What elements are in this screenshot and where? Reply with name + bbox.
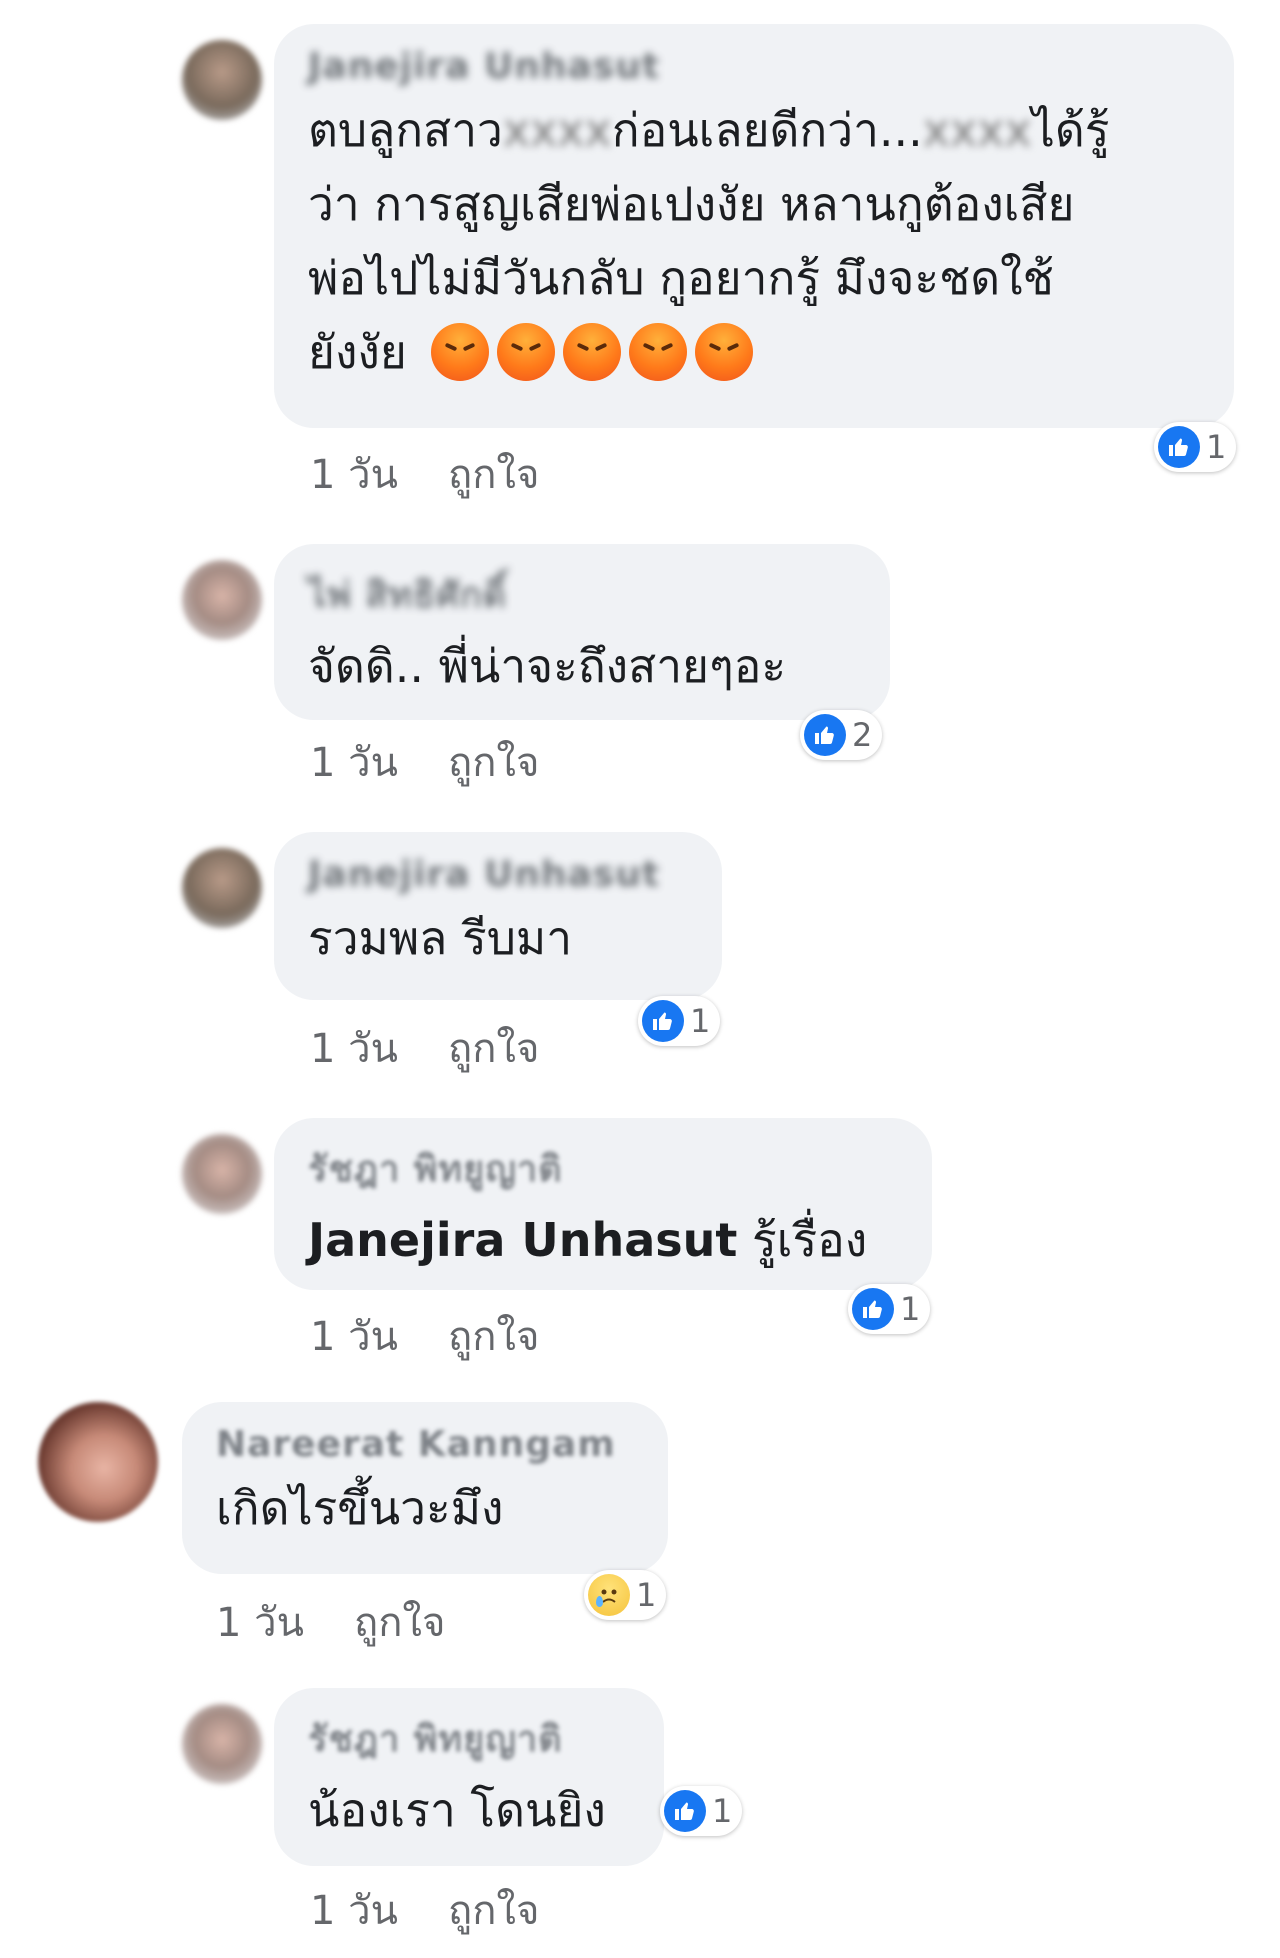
avatar[interactable] <box>182 848 262 928</box>
comment-text-part: ยังงัย <box>308 325 407 379</box>
like-link[interactable]: ถูกใจ <box>448 1026 539 1072</box>
like-link[interactable]: ถูกใจ <box>448 452 539 498</box>
angry-emoji <box>563 322 622 381</box>
avatar[interactable] <box>182 40 262 120</box>
comment-bubble: Janejira Unhasut ตบลูกสาวxxxxก่อนเลยดีกว… <box>274 24 1234 428</box>
like-icon <box>852 1288 894 1330</box>
comment-text-part: รู้เรื่อง <box>737 1213 868 1267</box>
comment-actions: 1 วัน ถูกใจ <box>310 730 589 794</box>
commenter-name[interactable]: Nareerat Kanngam <box>216 1424 616 1465</box>
comment-bubble: ไพ่ สิทธิศักดิ์ จัดดิ.. พี่น่าจะถึงสายๆอ… <box>274 544 890 720</box>
mention-link[interactable]: Janejira Unhasut <box>308 1213 737 1267</box>
like-icon <box>664 1790 706 1832</box>
comment-text-part: ว่า การสูญเสียพ่อเปงงัย หลานกูต้องเสีย <box>308 177 1075 231</box>
like-link[interactable]: ถูกใจ <box>448 1314 539 1360</box>
reaction-count: 2 <box>852 716 873 754</box>
avatar[interactable] <box>182 560 262 640</box>
comment-bubble: Janejira Unhasut รวมพล รีบมา <box>274 832 722 1000</box>
reaction-badge[interactable]: 1 <box>660 1786 743 1836</box>
comment-text-part: ก่อนเลยดีกว่า... <box>611 103 923 157</box>
avatar[interactable] <box>182 1134 262 1214</box>
comment-actions: 1 วัน ถูกใจ <box>216 1590 495 1654</box>
commenter-name[interactable]: Janejira Unhasut <box>308 854 660 895</box>
commenter-name[interactable]: ไพ่ สิทธิศักดิ์ <box>308 566 507 623</box>
comment-bubble: รัชฎา พิทยูญาติ Janejira Unhasut รู้เรื่… <box>274 1118 932 1290</box>
like-link[interactable]: ถูกใจ <box>448 1888 539 1934</box>
reaction-count: 1 <box>636 1576 657 1614</box>
commenter-name[interactable]: รัชฎา พิทยูญาติ <box>308 1140 563 1197</box>
comment-actions: 1 วัน ถูกใจ <box>310 1878 589 1942</box>
comment-text: ตบลูกสาวxxxxก่อนเลยดีกว่า...xxxxได้รู้ ว… <box>308 93 1200 389</box>
timestamp[interactable]: 1 วัน <box>310 1026 398 1072</box>
redacted-text: xxxx <box>922 103 1032 157</box>
comment-text: จัดดิ.. พี่น่าจะถึงสายๆอะ <box>308 639 787 693</box>
reaction-count: 1 <box>900 1290 921 1328</box>
comment-text-part: พ่อไปไม่มีวันกลับ กูอยากรู้ มึงจะชดใช้ <box>308 251 1054 305</box>
comment-text: เกิดไรขึ้นวะมึง <box>216 1481 504 1535</box>
timestamp[interactable]: 1 วัน <box>310 1314 398 1360</box>
comment-text: น้องเรา โดนยิง <box>308 1783 606 1837</box>
redacted-text: xxxx <box>502 103 612 157</box>
comment-text-part: ตบลูกสาว <box>308 103 503 157</box>
reaction-badge[interactable]: 1 <box>848 1284 931 1334</box>
reaction-count: 1 <box>712 1792 733 1830</box>
reaction-badge[interactable]: 2 <box>800 710 883 760</box>
avatar[interactable] <box>182 1704 262 1784</box>
reaction-count: 1 <box>690 1002 711 1040</box>
angry-emoji <box>497 322 556 381</box>
like-link[interactable]: ถูกใจ <box>448 740 539 786</box>
avatar[interactable] <box>38 1402 158 1522</box>
like-icon <box>804 714 846 756</box>
timestamp[interactable]: 1 วัน <box>310 1888 398 1934</box>
reaction-badge[interactable]: 1 <box>584 1570 667 1620</box>
timestamp[interactable]: 1 วัน <box>216 1600 304 1646</box>
angry-emoji <box>629 322 688 381</box>
reaction-badge[interactable]: 1 <box>1154 422 1237 472</box>
timestamp[interactable]: 1 วัน <box>310 452 398 498</box>
comment-bubble: รัชฎา พิทยูญาติ น้องเรา โดนยิง <box>274 1688 664 1866</box>
reaction-count: 1 <box>1206 428 1227 466</box>
comment-bubble: Nareerat Kanngam เกิดไรขึ้นวะมึง <box>182 1402 668 1574</box>
comment-actions: 1 วัน ถูกใจ <box>310 442 589 506</box>
comment-actions: 1 วัน ถูกใจ <box>310 1304 589 1368</box>
comment-actions: 1 วัน ถูกใจ <box>310 1016 589 1080</box>
like-link[interactable]: ถูกใจ <box>354 1600 445 1646</box>
comment-text: Janejira Unhasut รู้เรื่อง <box>308 1203 898 1277</box>
reaction-badge[interactable]: 1 <box>638 996 721 1046</box>
like-icon <box>1158 426 1200 468</box>
comment-text-part: ได้รู้ <box>1031 103 1110 157</box>
like-icon <box>642 1000 684 1042</box>
comment-text: รวมพล รีบมา <box>308 911 573 965</box>
timestamp[interactable]: 1 วัน <box>310 740 398 786</box>
angry-emoji <box>431 322 490 381</box>
angry-emoji <box>695 322 754 381</box>
commenter-name[interactable]: รัชฎา พิทยูญาติ <box>308 1710 563 1767</box>
sad-icon <box>588 1574 630 1616</box>
commenter-name[interactable]: Janejira Unhasut <box>308 46 660 87</box>
